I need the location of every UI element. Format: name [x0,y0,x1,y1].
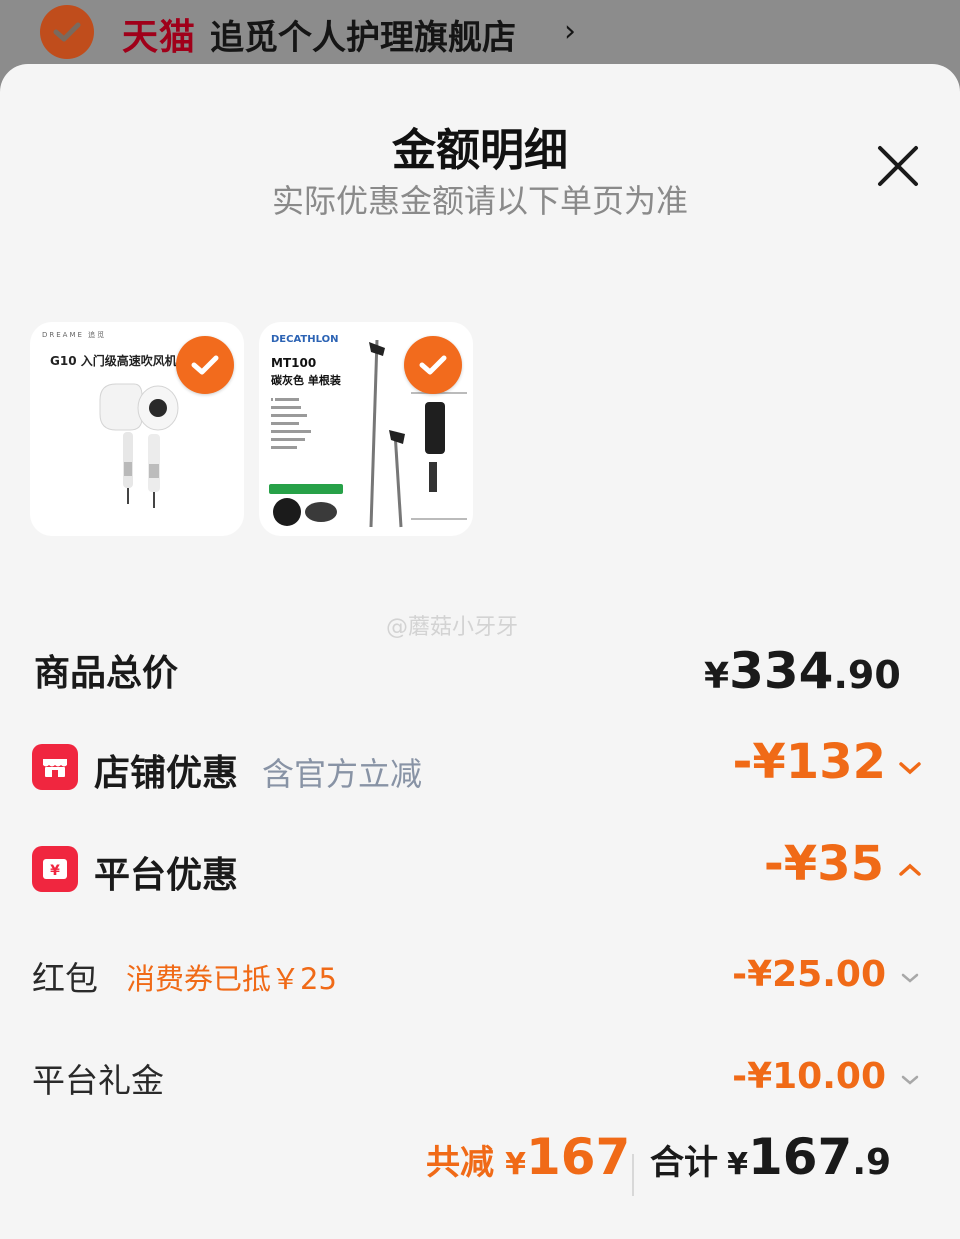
grand-total-currency: ¥ [727,1147,748,1182]
svg-text:¥: ¥ [50,863,60,879]
product-thumbnail-trekking-pole[interactable]: DECATHLON MT100 碳灰色 单根装 [259,322,473,536]
store-name[interactable]: 追觅个人护理旗舰店 [210,10,516,59]
reduced-value: 167 [525,1128,631,1186]
amount-detail-sheet: 金额明细 实际优惠金额请以下单页为准 DREAME 追觅 G10 入门级高速吹风… [0,64,960,1239]
store-discount-value[interactable]: -¥132 [732,734,886,790]
product-selected-check-icon[interactable] [176,336,234,394]
red-packet-note: 消费券已抵￥25 [126,962,337,996]
grand-total: 合计 ¥167.9 [650,1128,891,1186]
grand-total-integer: 167 [747,1128,853,1186]
store-select-check-icon[interactable] [40,5,94,59]
tmall-logo: 天猫 [122,17,197,58]
sheet-title: 金额明细 [392,125,568,176]
platform-coupon-icon: ¥ [32,846,78,892]
close-icon[interactable] [868,136,928,196]
grand-total-decimal: .9 [852,1142,892,1183]
platform-discount-value[interactable]: -¥35 [764,836,884,892]
chevron-up-icon[interactable] [898,862,922,882]
platform-discount-label: 平台优惠 [94,855,239,896]
store-discount-note: 含官方立减 [262,755,423,793]
chevron-down-icon[interactable] [898,760,922,780]
total-price-label: 商品总价 [34,653,179,694]
chevron-down-icon[interactable] [900,1072,920,1091]
red-packet-label: 红包 [32,959,98,998]
divider [632,1154,634,1196]
store-discount-label: 店铺优惠 [94,753,239,794]
chevron-right-icon[interactable]: › [564,14,576,49]
store-bar[interactable]: 天猫 追觅个人护理旗舰店 › [0,0,960,64]
sheet-subtitle: 实际优惠金额请以下单页为准 [271,182,688,220]
red-packet-value[interactable]: -¥25.00 [732,954,886,995]
chevron-down-icon[interactable] [900,970,920,989]
product-thumbnail-hair-dryer[interactable]: DREAME 追觅 G10 入门级高速吹风机 [30,322,244,536]
platform-gift-value[interactable]: -¥10.00 [732,1056,886,1097]
reduced-currency: ¥ [505,1147,526,1182]
watermark: @蘑菇小牙牙 [386,615,519,640]
platform-gift-label: 平台礼金 [32,1061,164,1100]
grand-total-label: 合计 [650,1143,718,1183]
total-decimal: .90 [833,653,901,697]
reduced-summary: 共减 ¥167 [426,1128,630,1186]
store-icon [32,744,78,790]
total-integer: 334 [729,642,834,700]
currency-symbol: ¥ [704,656,730,697]
reduced-label: 共减 [426,1143,494,1183]
product-selected-check-icon[interactable] [404,336,462,394]
total-price-value: ¥334.90 [704,642,901,700]
